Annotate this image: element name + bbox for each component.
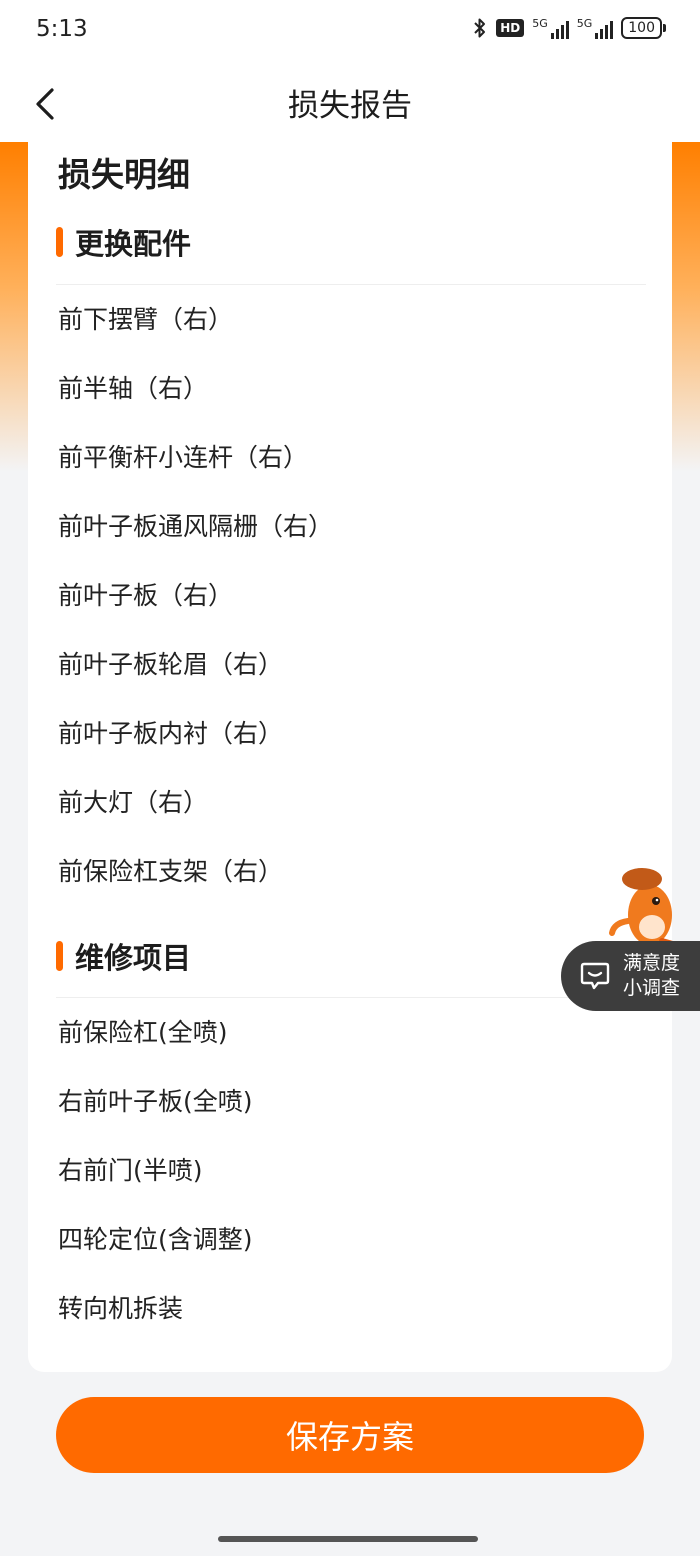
- list-item: 前大灯（右）: [58, 788, 209, 817]
- survey-label-line1: 满意度: [623, 952, 681, 974]
- status-bar: 5:13 HD 5G 5G 100: [0, 0, 700, 60]
- bluetooth-icon: [474, 18, 486, 38]
- list-item: 前叶子板（右）: [58, 581, 234, 610]
- chat-bubble-icon: [580, 962, 610, 990]
- list-item: 前下摆臂（右）: [58, 305, 234, 334]
- section-header-replace-parts: 更换配件: [56, 222, 191, 262]
- list-item: 前半轴（右）: [58, 374, 209, 403]
- section-header-repair-items: 维修项目: [56, 936, 191, 976]
- card-title: 损失明细: [58, 155, 190, 194]
- list-item: 前叶子板内衬（右）: [58, 719, 284, 748]
- nav-bar: 损失报告: [0, 60, 700, 142]
- list-item: 四轮定位(含调整): [58, 1225, 253, 1254]
- divider: [56, 284, 646, 285]
- page-title: 损失报告: [288, 88, 412, 124]
- battery-icon: 100: [621, 17, 666, 39]
- network-type-label: 5G: [576, 17, 593, 30]
- list-item: 前保险杠(全喷): [58, 1018, 228, 1047]
- hd-voice-icon: HD: [496, 19, 525, 37]
- home-indicator[interactable]: [218, 1536, 478, 1542]
- section-title: 维修项目: [75, 941, 192, 975]
- satisfaction-survey-button[interactable]: 满意度 小调查: [561, 941, 700, 1011]
- network-type-label: 5G: [532, 17, 548, 30]
- survey-label-line2: 小调查: [623, 977, 681, 999]
- survey-label: 满意度 小调查: [623, 951, 680, 1001]
- status-time: 5:13: [36, 16, 88, 42]
- section-accent-bar: [56, 227, 63, 257]
- save-plan-button[interactable]: 保存方案: [56, 1397, 644, 1473]
- section-accent-bar: [56, 941, 63, 971]
- list-item: 转向机拆装: [58, 1294, 184, 1323]
- list-item: 右前叶子板(全喷): [58, 1087, 253, 1116]
- list-item: 前叶子板通风隔栅（右）: [58, 512, 334, 541]
- signal-icon: 5G: [577, 17, 614, 39]
- divider: [56, 997, 646, 998]
- list-item: 前保险杠支架（右）: [58, 857, 284, 886]
- list-item: 前平衡杆小连杆（右）: [58, 443, 309, 472]
- list-item: 右前门(半喷): [58, 1156, 203, 1185]
- list-item: 前叶子板轮眉（右）: [58, 650, 284, 679]
- fox-mascot-icon: [609, 868, 679, 948]
- loss-detail-card: 损失明细 更换配件 前下摆臂（右） 前半轴（右） 前平衡杆小连杆（右） 前叶子板…: [28, 142, 672, 1372]
- signal-icon: 5G: [532, 17, 569, 39]
- status-icons: HD 5G 5G 100: [472, 16, 666, 40]
- section-title: 更换配件: [75, 227, 192, 261]
